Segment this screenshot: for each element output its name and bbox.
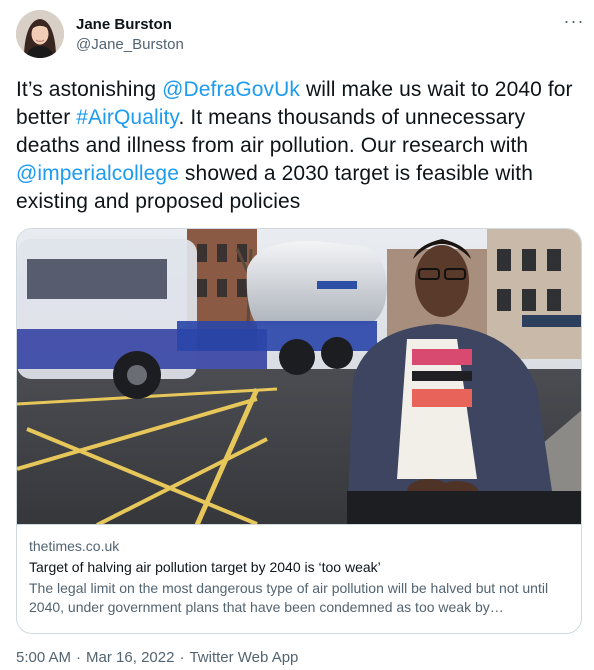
card-body: thetimes.co.uk Target of halving air pol… bbox=[17, 525, 581, 633]
link-card[interactable]: thetimes.co.uk Target of halving air pol… bbox=[16, 228, 582, 634]
tweet-meta: 5:00 AM · Mar 16, 2022 · Twitter Web App bbox=[16, 648, 298, 668]
separator-dot: · bbox=[76, 649, 82, 666]
separator-dot: · bbox=[179, 649, 185, 666]
tweet-date[interactable]: Mar 16, 2022 bbox=[86, 649, 174, 666]
mention-defragovuk[interactable]: @DefraGovUk bbox=[162, 78, 300, 101]
mention-imperialcollege[interactable]: @imperialcollege bbox=[16, 162, 179, 185]
more-options-icon[interactable]: ··· bbox=[562, 12, 586, 34]
card-image[interactable] bbox=[17, 229, 581, 525]
hashtag-airquality[interactable]: #AirQuality bbox=[76, 106, 178, 129]
avatar[interactable] bbox=[16, 10, 64, 58]
tweet-text: It’s astonishing @DefraGovUk will make u… bbox=[16, 76, 576, 216]
display-name[interactable]: Jane Burston bbox=[76, 15, 184, 35]
card-title: Target of halving air pollution target b… bbox=[29, 559, 381, 575]
tweet-text-segment: It’s astonishing bbox=[16, 78, 163, 101]
author-info: Jane Burston @Jane_Burston bbox=[76, 15, 184, 55]
tweet: Jane Burston @Jane_Burston ··· It’s asto… bbox=[0, 0, 594, 670]
card-description: The legal limit on the most dangerous ty… bbox=[29, 580, 549, 615]
avatar-image bbox=[16, 10, 64, 58]
tweet-source[interactable]: Twitter Web App bbox=[189, 649, 298, 666]
card-photo bbox=[17, 229, 581, 524]
handle[interactable]: @Jane_Burston bbox=[76, 35, 184, 55]
tweet-time[interactable]: 5:00 AM bbox=[16, 649, 71, 666]
tweet-header: Jane Burston @Jane_Burston ··· bbox=[16, 10, 586, 62]
card-domain: thetimes.co.uk bbox=[29, 538, 120, 554]
